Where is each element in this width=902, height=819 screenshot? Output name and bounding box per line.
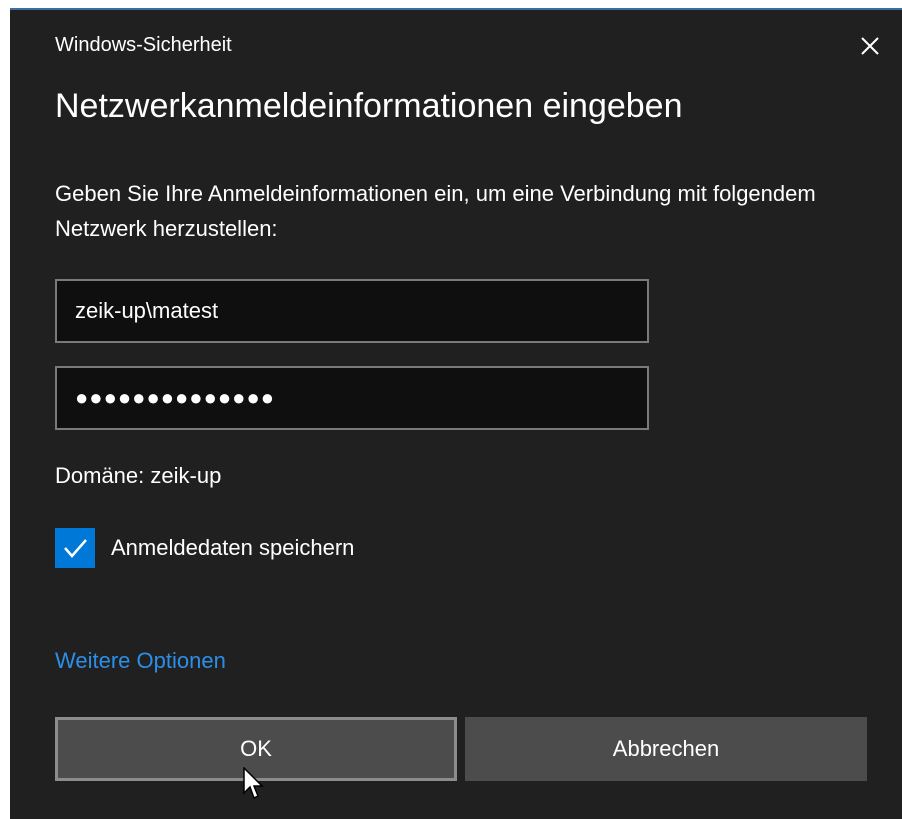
dialog-message: Geben Sie Ihre Anmeldeinformationen ein,… — [55, 181, 816, 241]
ok-button[interactable]: OK — [55, 717, 457, 781]
credential-dialog: Windows-Sicherheit Netzwerkanmeldeinform… — [10, 8, 902, 819]
domain-label: Domäne: zeik-up — [55, 463, 222, 488]
remember-credentials-label: Anmeldedaten speichern — [111, 535, 355, 560]
window-title: Windows-Sicherheit — [55, 34, 232, 56]
cancel-button[interactable]: Abbrechen — [465, 717, 867, 781]
more-options-link[interactable]: Weitere Optionen — [55, 646, 226, 676]
close-button[interactable] — [850, 28, 890, 64]
checkbox-checked[interactable] — [55, 528, 95, 568]
password-field[interactable] — [55, 366, 649, 430]
close-icon — [861, 37, 879, 55]
remember-credentials-checkbox[interactable]: Anmeldedaten speichern — [55, 528, 354, 568]
checkmark-icon — [64, 539, 87, 558]
dialog-heading: Netzwerkanmeldeinformationen eingeben — [55, 87, 683, 125]
username-field[interactable] — [55, 279, 649, 343]
